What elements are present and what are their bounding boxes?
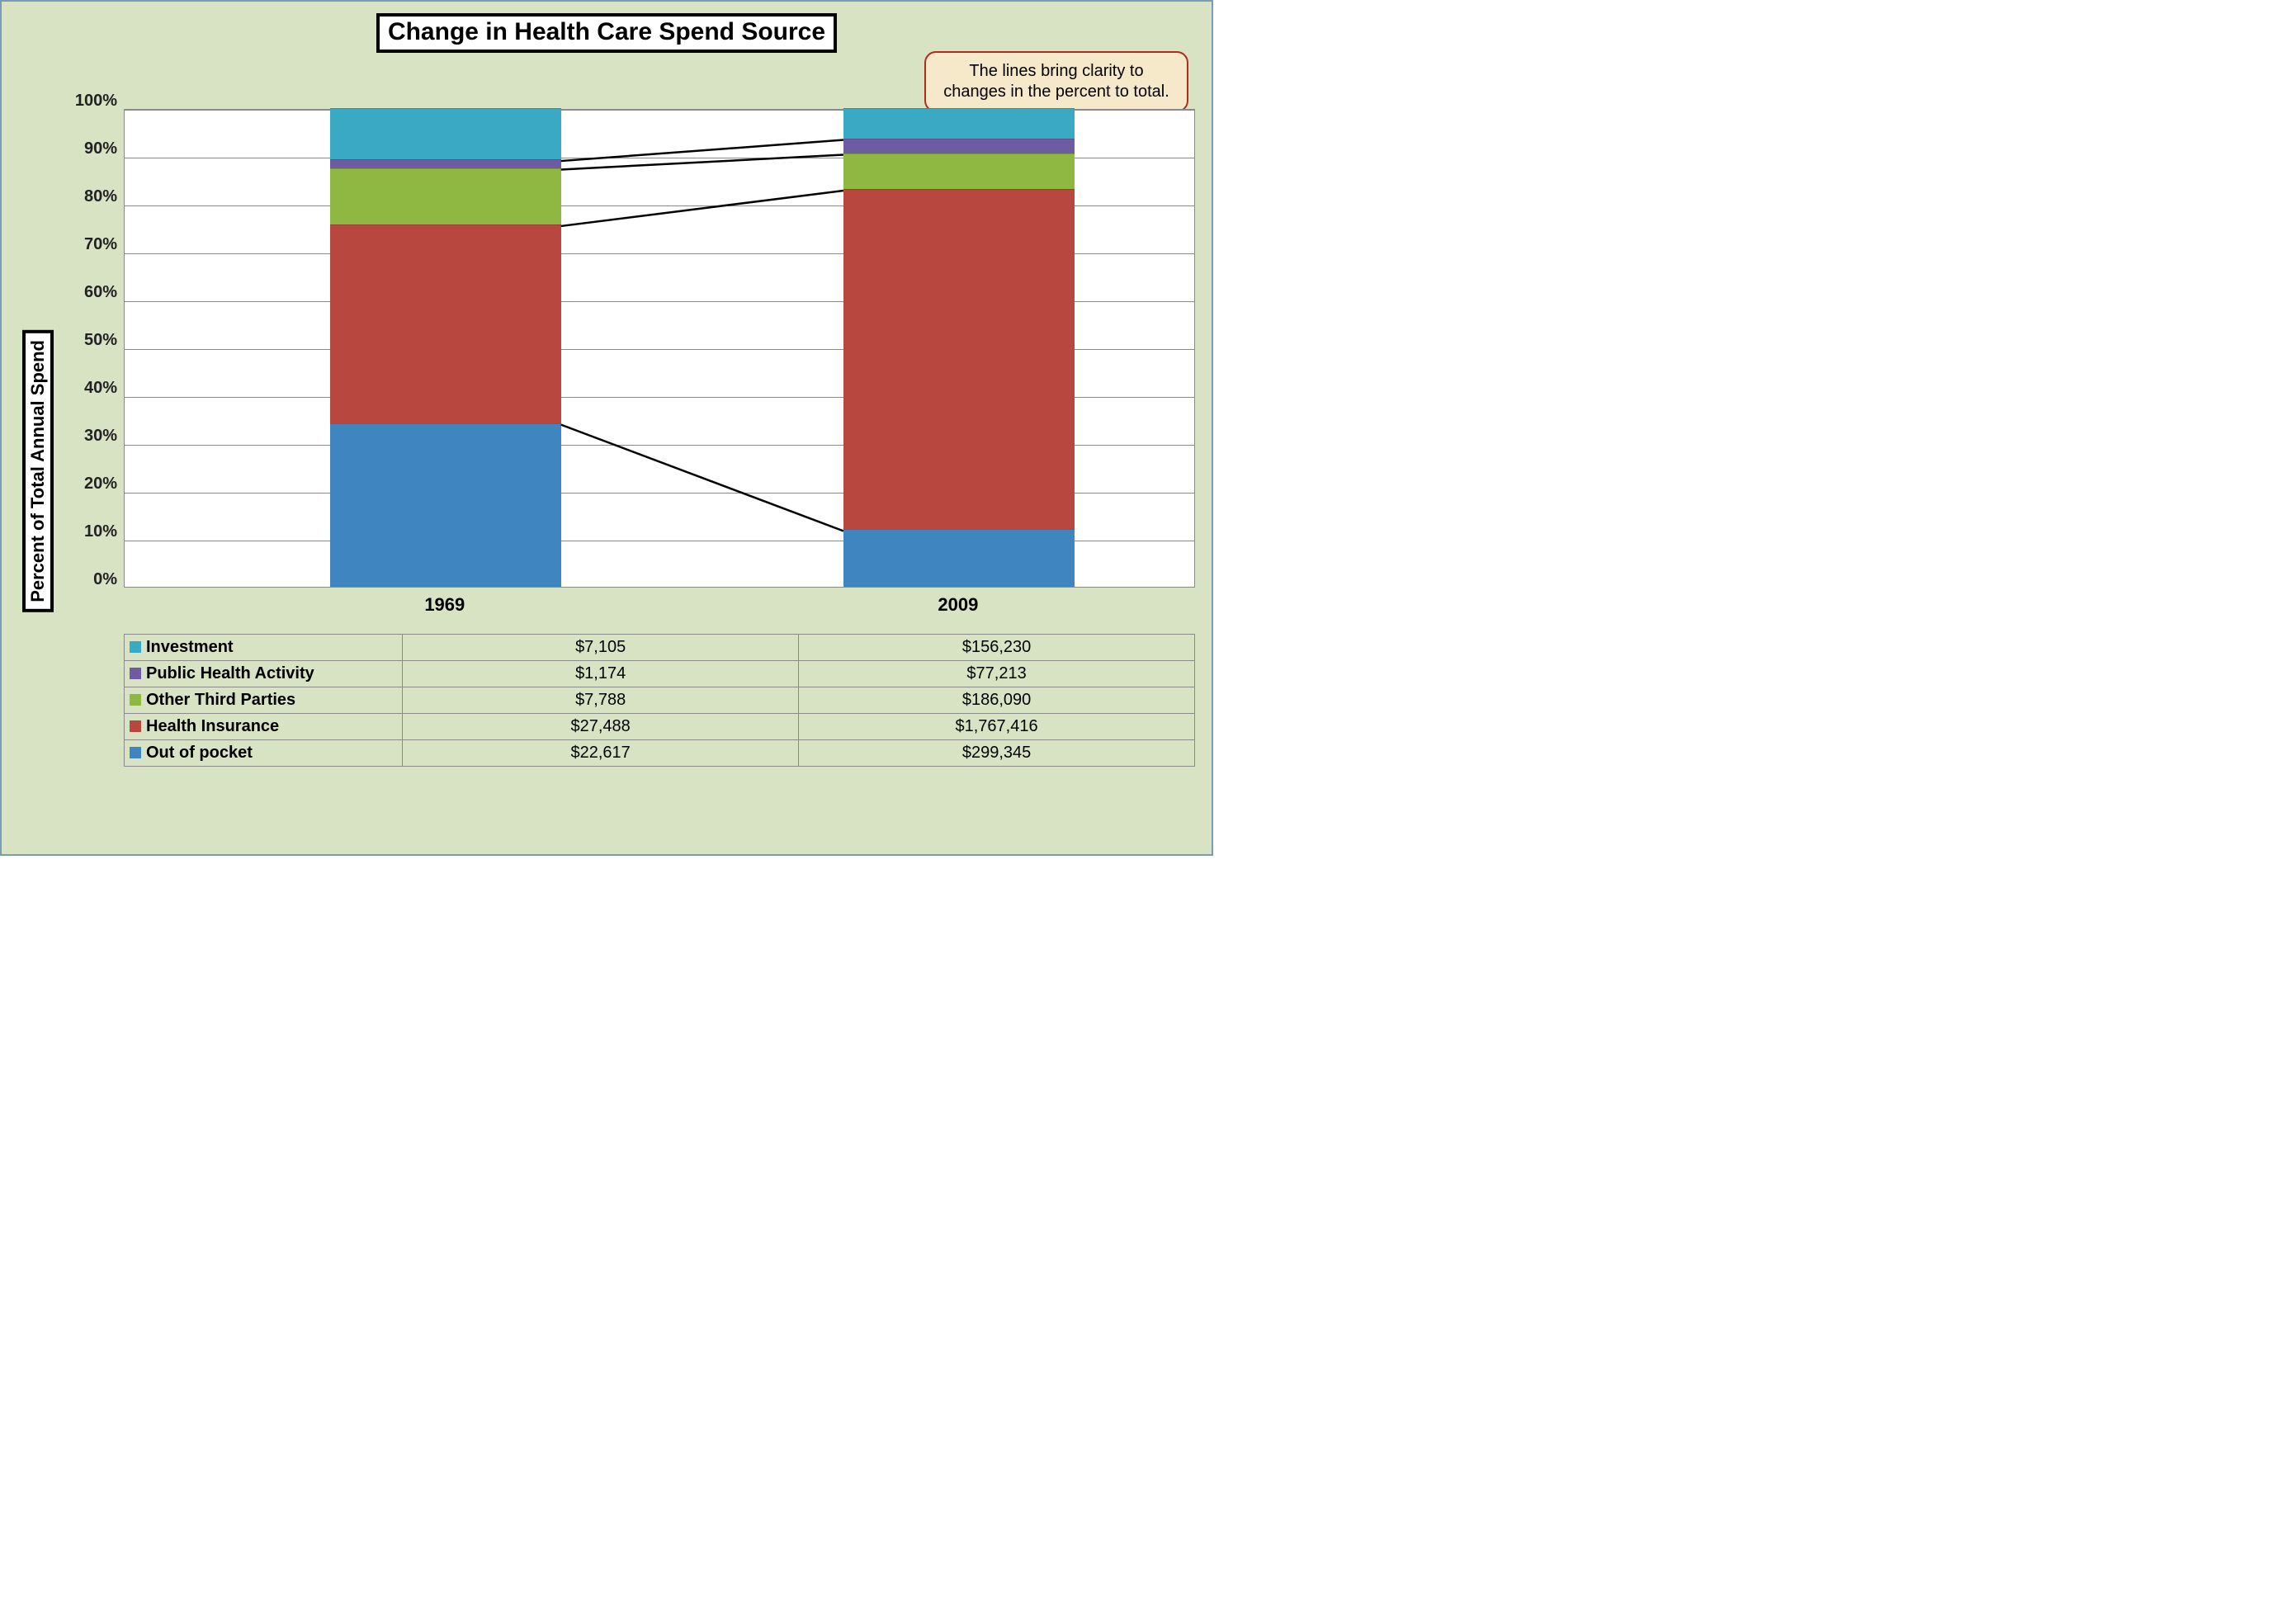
table-cell: $7,788 [403,687,799,714]
series-label: Public Health Activity [146,664,314,682]
plot-area: 1969 2009 [124,109,1195,637]
table-cell: $1,174 [403,661,799,687]
legend-swatch [130,720,141,732]
table-cell: $156,230 [799,635,1195,661]
connector-lines [125,110,1194,588]
legend-swatch [130,694,141,706]
chart-title: Change in Health Care Spend Source [376,13,837,53]
legend-swatch [130,641,141,653]
legend-swatch [130,747,141,758]
table-row: Out of pocket $22,617$299,345 [125,740,1195,767]
table-cell: $186,090 [799,687,1195,714]
table-row: Investment $7,105$156,230 [125,635,1195,661]
table-cell: $27,488 [403,714,799,740]
table-cell: $1,767,416 [799,714,1195,740]
plot-inner [124,109,1195,588]
table-cell: $7,105 [403,635,799,661]
series-label: Investment [146,638,234,656]
series-label: Other Third Parties [146,691,295,709]
series-label: Out of pocket [146,744,253,762]
table-cell: $22,617 [403,740,799,767]
series-label: Health Insurance [146,717,279,735]
table-cell: $77,213 [799,661,1195,687]
x-axis-labels: 1969 2009 [124,594,1195,627]
chart-container: Change in Health Care Spend Source The l… [0,0,1213,856]
y-axis-title: Percent of Total Annual Spend [22,330,54,612]
x-tick-label: 2009 [938,594,978,616]
y-axis-ticks: 100%90%80%70%60%50%40%30%20%10%0% [58,109,124,588]
chart-body: Percent of Total Annual Spend 100%90%80%… [18,59,1195,767]
table-row: Health Insurance $27,488$1,767,416 [125,714,1195,740]
x-tick-label: 1969 [424,594,465,616]
table-cell: $299,345 [799,740,1195,767]
data-table: Investment$7,105$156,230Public Health Ac… [124,634,1195,767]
table-row: Other Third Parties $7,788$186,090 [125,687,1195,714]
table-row: Public Health Activity $1,174$77,213 [125,661,1195,687]
legend-swatch [130,668,141,679]
